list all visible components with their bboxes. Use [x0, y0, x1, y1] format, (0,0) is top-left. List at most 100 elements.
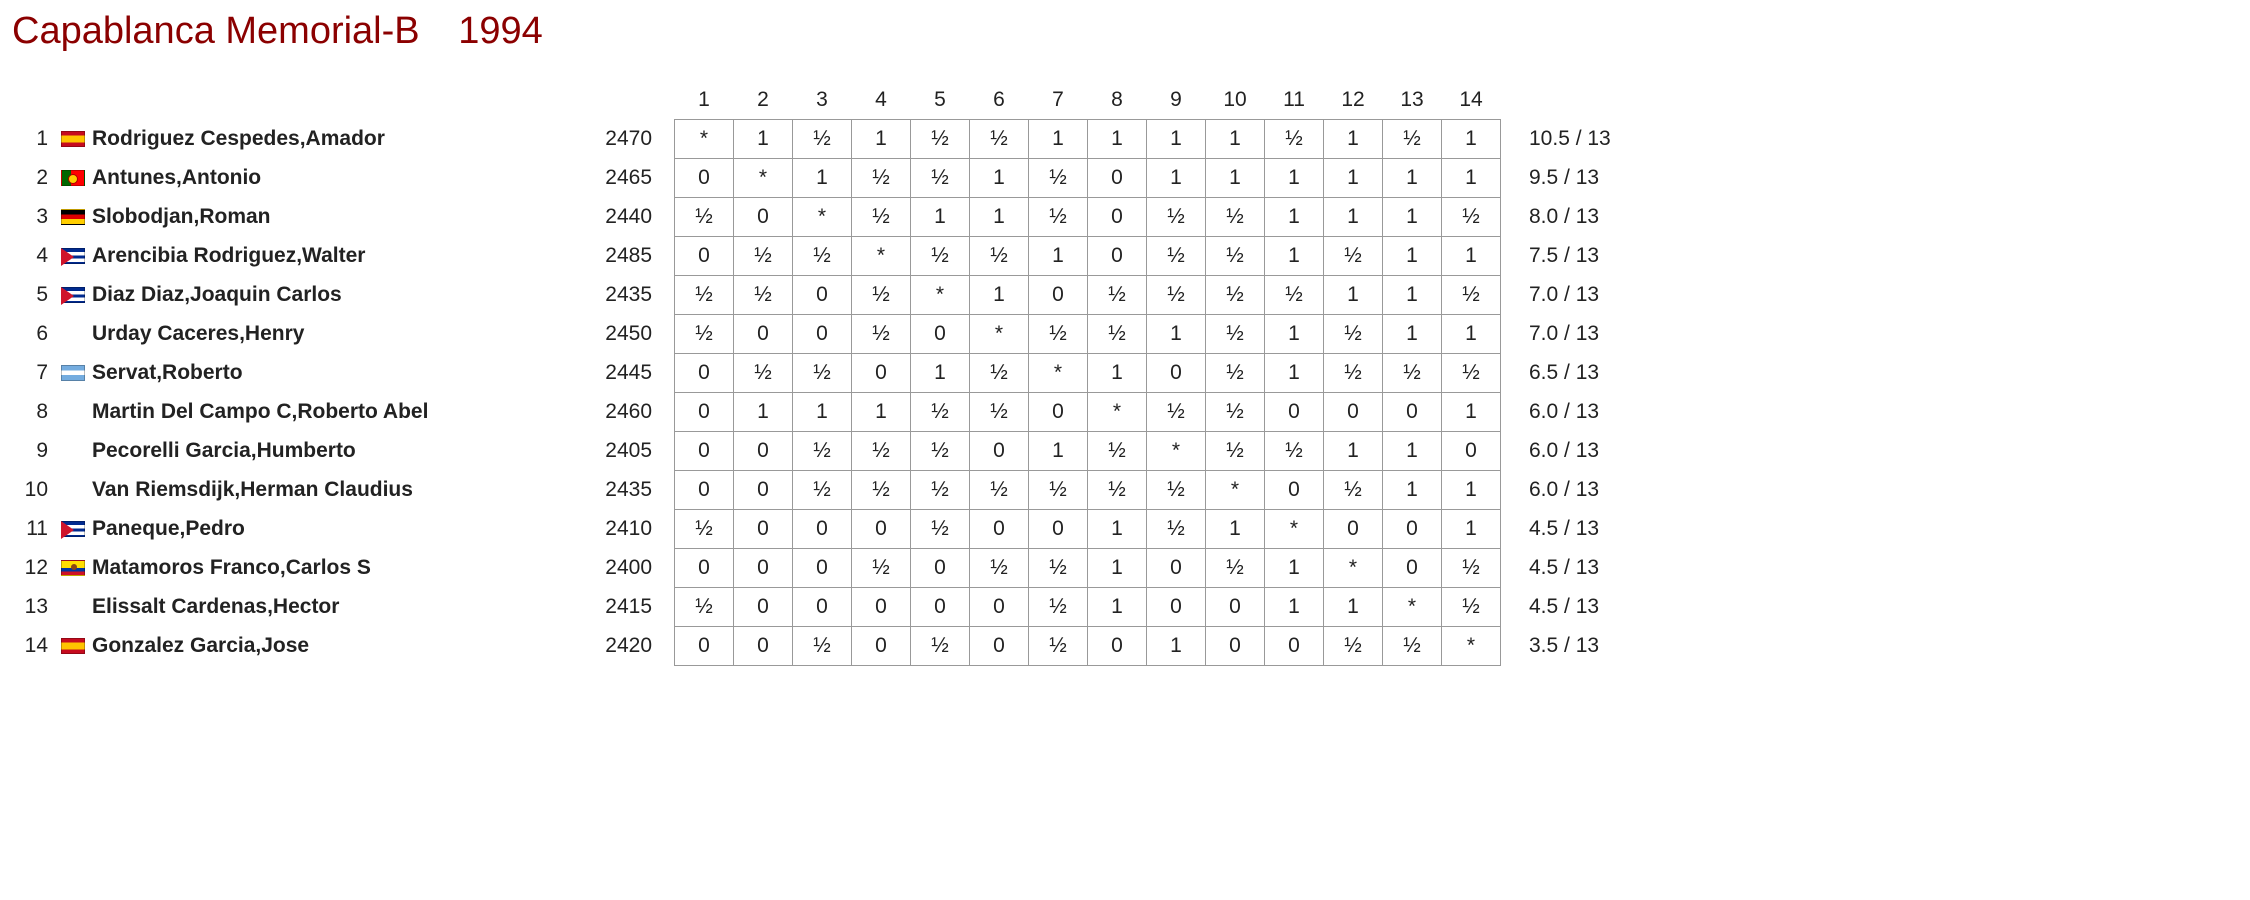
result-cell: *	[852, 237, 911, 276]
result-cell: ½	[734, 237, 793, 276]
result-cell: 0	[1383, 393, 1442, 432]
result-cell: ½	[970, 393, 1029, 432]
result-cell: 1	[970, 198, 1029, 237]
result-cell: ½	[852, 159, 911, 198]
player-name: Slobodjan,Roman	[90, 198, 572, 237]
player-score: 6.0 / 13	[1501, 471, 1670, 510]
result-cell: ½	[1442, 588, 1501, 627]
rank: 1	[12, 120, 56, 159]
player-name: Paneque,Pedro	[90, 510, 572, 549]
result-cell: *	[1088, 393, 1147, 432]
result-cell: ½	[1442, 198, 1501, 237]
player-rating: 2450	[572, 315, 675, 354]
result-cell: ½	[1206, 315, 1265, 354]
result-cell: 1	[1088, 354, 1147, 393]
result-cell: 1	[1383, 159, 1442, 198]
result-cell: 0	[852, 627, 911, 666]
flag-cell	[56, 393, 90, 432]
result-cell: ½	[852, 471, 911, 510]
result-cell: ½	[1442, 354, 1501, 393]
result-cell: 1	[1442, 510, 1501, 549]
result-cell: 0	[970, 510, 1029, 549]
result-cell: 0	[1029, 393, 1088, 432]
result-cell: ½	[1029, 198, 1088, 237]
result-cell: ½	[970, 549, 1029, 588]
column-header: 3	[793, 81, 852, 120]
result-cell: ½	[675, 276, 734, 315]
result-cell: ½	[1265, 276, 1324, 315]
result-cell: 0	[675, 237, 734, 276]
player-name: Rodriguez Cespedes,Amador	[90, 120, 572, 159]
result-cell: 0	[1088, 159, 1147, 198]
result-cell: 1	[1265, 354, 1324, 393]
flag-cell	[56, 627, 90, 666]
result-cell: ½	[793, 354, 852, 393]
result-cell: 0	[793, 549, 852, 588]
result-cell: 1	[1442, 159, 1501, 198]
result-cell: 1	[1265, 198, 1324, 237]
result-cell: 1	[734, 393, 793, 432]
result-cell: ½	[1265, 120, 1324, 159]
result-cell: ½	[793, 471, 852, 510]
player-name: Elissalt Cardenas,Hector	[90, 588, 572, 627]
result-cell: ½	[1206, 432, 1265, 471]
player-name: Antunes,Antonio	[90, 159, 572, 198]
player-name: Urday Caceres,Henry	[90, 315, 572, 354]
player-rating: 2410	[572, 510, 675, 549]
player-row: 3Slobodjan,Roman2440½0*½11½0½½111½8.0 / …	[12, 198, 1669, 237]
rank: 9	[12, 432, 56, 471]
result-cell: ½	[1147, 393, 1206, 432]
result-cell: 0	[970, 432, 1029, 471]
result-cell: 0	[1147, 588, 1206, 627]
player-name: Pecorelli Garcia,Humberto	[90, 432, 572, 471]
result-cell: 0	[734, 198, 793, 237]
flag-cell	[56, 354, 90, 393]
result-cell: ½	[970, 120, 1029, 159]
result-cell: 0	[793, 510, 852, 549]
result-cell: ½	[1029, 627, 1088, 666]
flag-icon	[61, 209, 85, 225]
rank: 13	[12, 588, 56, 627]
result-cell: 0	[793, 315, 852, 354]
result-cell: ½	[1324, 237, 1383, 276]
player-rating: 2405	[572, 432, 675, 471]
result-cell: 1	[1088, 510, 1147, 549]
flag-cell	[56, 588, 90, 627]
result-cell: ½	[911, 432, 970, 471]
result-cell: ½	[793, 120, 852, 159]
result-cell: ½	[1029, 471, 1088, 510]
result-cell: 1	[911, 354, 970, 393]
result-cell: ½	[911, 159, 970, 198]
result-cell: ½	[970, 354, 1029, 393]
result-cell: 1	[1383, 198, 1442, 237]
result-cell: 1	[1442, 120, 1501, 159]
result-cell: 1	[1383, 315, 1442, 354]
player-rating: 2435	[572, 276, 675, 315]
column-header: 2	[734, 81, 793, 120]
player-rating: 2460	[572, 393, 675, 432]
result-cell: *	[793, 198, 852, 237]
result-cell: 1	[852, 120, 911, 159]
result-cell: 1	[970, 276, 1029, 315]
result-cell: 1	[1324, 588, 1383, 627]
result-cell: ½	[793, 432, 852, 471]
player-row: 10Van Riemsdijk,Herman Claudius243500½½½…	[12, 471, 1669, 510]
flag-icon	[61, 638, 85, 654]
result-cell: ½	[1147, 198, 1206, 237]
player-score: 7.5 / 13	[1501, 237, 1670, 276]
result-cell: ½	[1265, 432, 1324, 471]
result-cell: 1	[1265, 159, 1324, 198]
result-cell: ½	[793, 237, 852, 276]
result-cell: 0	[675, 549, 734, 588]
flag-cell	[56, 276, 90, 315]
result-cell: 1	[1029, 237, 1088, 276]
column-header: 13	[1383, 81, 1442, 120]
result-cell: 1	[1442, 393, 1501, 432]
result-cell: 0	[911, 549, 970, 588]
result-cell: 1	[1088, 588, 1147, 627]
rank: 14	[12, 627, 56, 666]
result-cell: ½	[1029, 159, 1088, 198]
result-cell: 0	[734, 432, 793, 471]
result-cell: ½	[1442, 276, 1501, 315]
player-row: 4Arencibia Rodriguez,Walter24850½½*½½10½…	[12, 237, 1669, 276]
